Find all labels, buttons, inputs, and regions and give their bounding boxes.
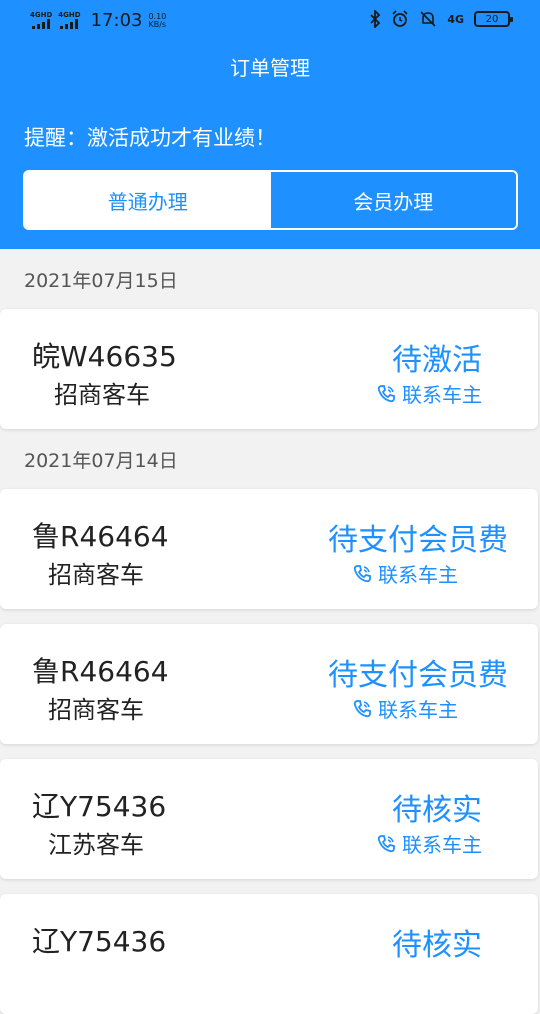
order-card[interactable]: 辽Y75436 江苏客车 待核实 联系车主 xyxy=(0,759,538,879)
network-type-1: 4GHD xyxy=(30,11,53,19)
contact-label: 联系车主 xyxy=(402,383,482,407)
date-header: 2021年07月14日 xyxy=(24,449,178,472)
phone-icon xyxy=(377,384,395,402)
plate-number: 辽Y75436 xyxy=(32,925,167,958)
order-status: 待激活 xyxy=(392,343,482,378)
mute-icon xyxy=(420,11,436,27)
network-speed: 0.10 KB/s xyxy=(148,12,167,29)
network-type-3: 4G xyxy=(447,12,464,26)
speed-unit: KB/s xyxy=(148,19,167,29)
battery-level: 20 xyxy=(485,13,499,25)
alarm-icon xyxy=(392,10,408,27)
tab-normal[interactable]: 普通办理 xyxy=(25,172,271,228)
contact-owner-button[interactable]: 联系车主 xyxy=(376,829,482,858)
plate-number: 辽Y75436 xyxy=(32,790,167,823)
order-card[interactable]: 辽Y75436 待核实 xyxy=(0,894,538,1014)
contact-owner-button[interactable]: 联系车主 xyxy=(376,379,482,408)
contact-label: 联系车主 xyxy=(402,833,482,857)
vehicle-type: 招商客车 xyxy=(54,381,150,409)
battery-icon: 20 xyxy=(474,11,513,27)
vehicle-type: 招商客车 xyxy=(48,561,144,589)
vehicle-type: 招商客车 xyxy=(48,696,144,724)
tab-bar: 普通办理 会员办理 xyxy=(23,170,518,230)
status-bar: 4GHD 4GHD 17:03 0.10 KB/s 4G 20 xyxy=(0,0,540,40)
signal-icon-2: 4GHD xyxy=(58,11,81,29)
plate-number: 鲁R46464 xyxy=(32,520,169,553)
clock: 17:03 xyxy=(90,10,143,31)
order-list: 2021年07月15日 皖W46635 招商客车 待激活 联系车主 2021年0… xyxy=(0,249,540,1014)
page-title: 订单管理 xyxy=(230,56,310,80)
reminder-text: 提醒：激活成功才有业绩！ xyxy=(24,126,276,150)
contact-owner-button[interactable]: 联系车主 xyxy=(352,694,458,723)
vehicle-type: 江苏客车 xyxy=(48,831,144,859)
phone-icon xyxy=(353,699,371,717)
phone-icon xyxy=(377,834,395,852)
date-header: 2021年07月15日 xyxy=(24,269,178,292)
tab-member[interactable]: 会员办理 xyxy=(270,172,516,228)
contact-owner-button[interactable]: 联系车主 xyxy=(352,559,458,588)
contact-label: 联系车主 xyxy=(378,563,458,587)
header: 4GHD 4GHD 17:03 0.10 KB/s 4G 20 订单管理 提醒：… xyxy=(0,0,540,249)
bluetooth-icon xyxy=(370,10,381,28)
plate-number: 鲁R46464 xyxy=(32,655,169,688)
plate-number: 皖W46635 xyxy=(32,340,177,373)
contact-label: 联系车主 xyxy=(378,698,458,722)
phone-icon xyxy=(353,564,371,582)
order-status: 待支付会员费 xyxy=(328,658,508,693)
order-status: 待核实 xyxy=(392,793,482,828)
order-status: 待核实 xyxy=(392,928,482,963)
order-card[interactable]: 皖W46635 招商客车 待激活 联系车主 xyxy=(0,309,538,429)
signal-icon: 4GHD xyxy=(30,12,52,29)
network-type-2: 4GHD xyxy=(58,11,81,19)
order-card[interactable]: 鲁R46464 招商客车 待支付会员费 联系车主 xyxy=(0,624,538,744)
order-status: 待支付会员费 xyxy=(328,523,508,558)
order-card[interactable]: 鲁R46464 招商客车 待支付会员费 联系车主 xyxy=(0,489,538,609)
